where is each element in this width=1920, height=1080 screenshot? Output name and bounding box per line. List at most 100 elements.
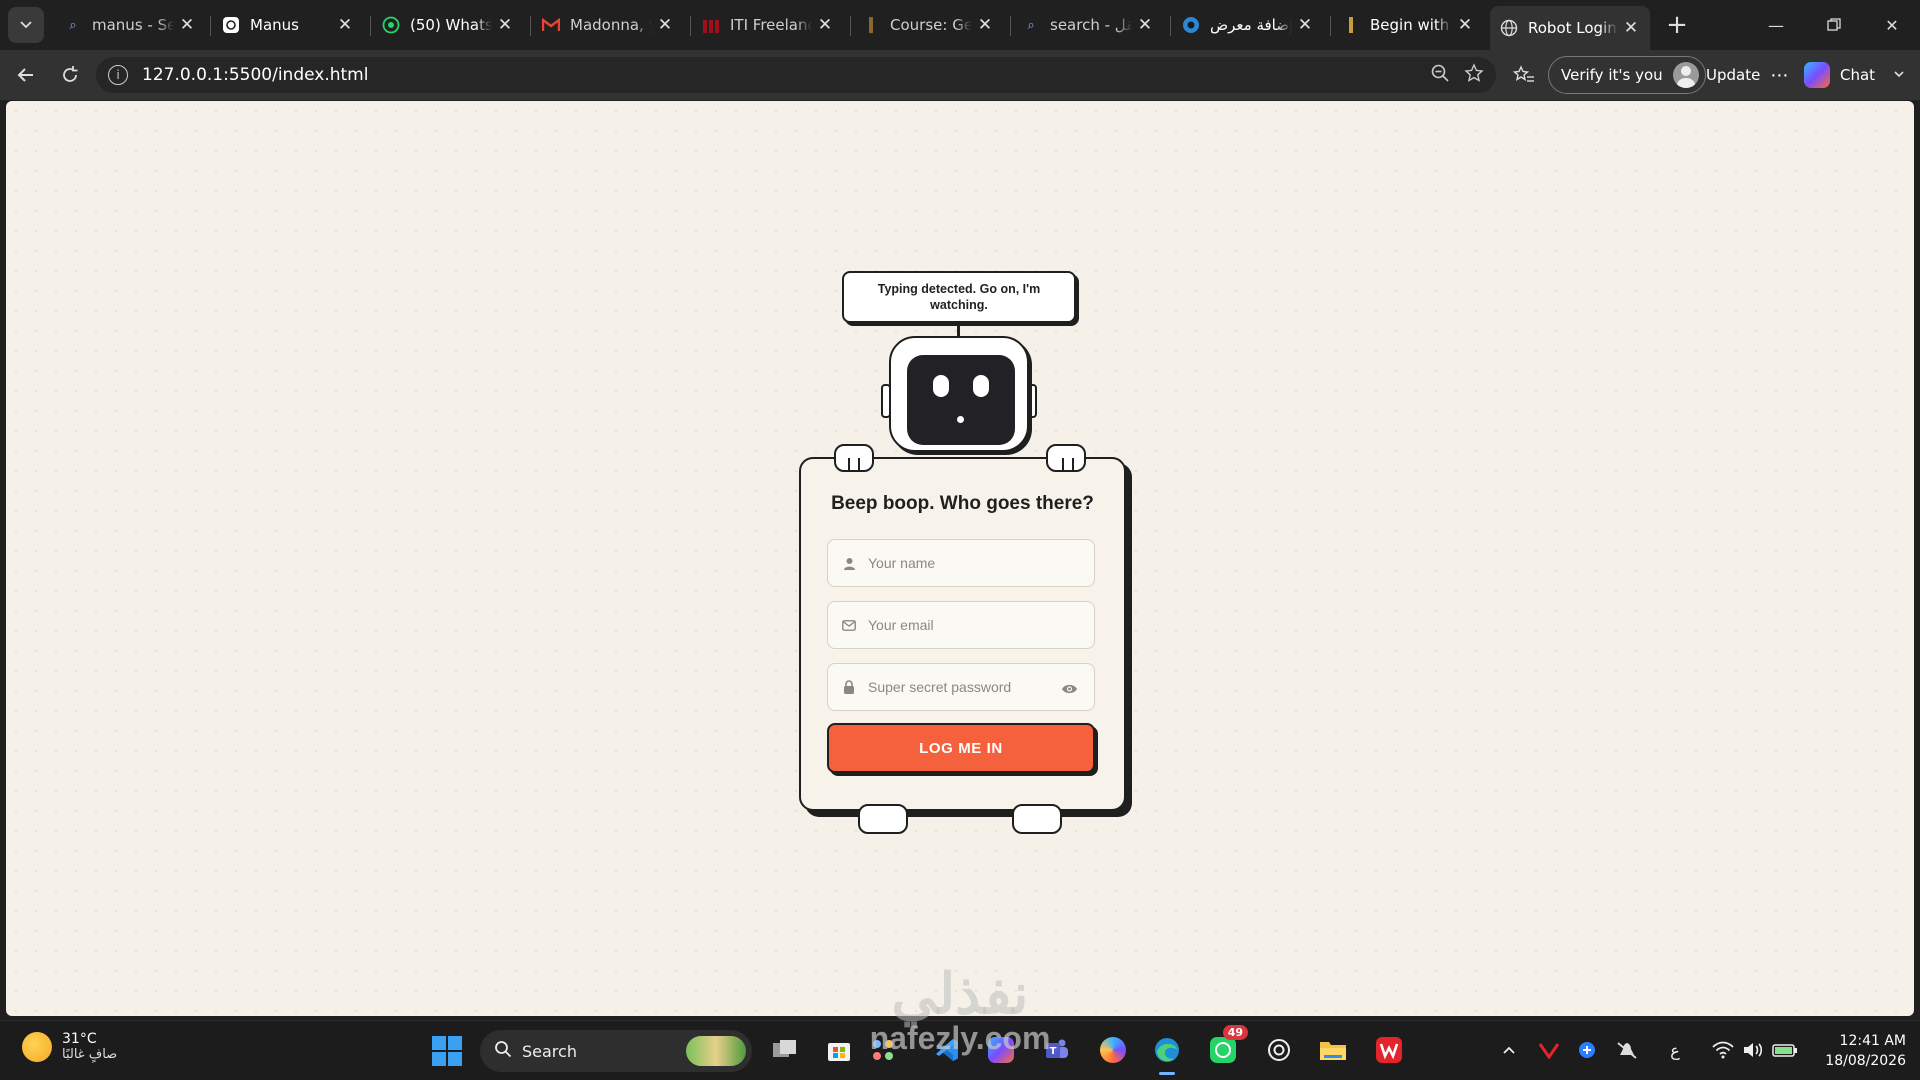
close-window-button[interactable]: ✕ [1864,0,1920,50]
close-icon[interactable]: ✕ [336,15,354,35]
tab-manus[interactable]: Manus ✕ [212,6,364,44]
close-icon[interactable]: ✕ [1622,18,1640,38]
restore-icon [1827,18,1841,31]
zoom-icon[interactable] [1430,63,1450,88]
search-label: Search [522,1041,577,1061]
password-field[interactable] [827,663,1095,711]
task-view-icon[interactable] [768,1033,802,1067]
start-button[interactable] [432,1036,462,1066]
robot-left-eye [933,375,949,397]
close-icon[interactable]: ✕ [816,15,834,35]
globe-icon [1500,19,1518,37]
page-title: Beep boop. Who goes there? [831,493,1094,514]
tab-search-button[interactable] [8,7,44,43]
update-button[interactable]: Update ⋯ [1706,56,1788,94]
file-explorer-icon[interactable] [1316,1033,1350,1067]
favorites-icon [1513,65,1534,82]
tab-title: Madonna, your [570,16,652,34]
close-icon[interactable]: ✕ [1296,15,1314,35]
notification-badge: 49 [1222,1025,1248,1040]
tab-title: search - مستقل [1050,16,1132,34]
gmail-icon [542,16,560,34]
chevron-down-icon [20,21,32,29]
name-input[interactable] [866,554,1050,572]
close-icon[interactable]: ✕ [976,15,994,35]
copilot-icon [1804,62,1830,88]
close-icon[interactable]: ✕ [1456,15,1474,35]
m365-icon[interactable] [1096,1033,1130,1067]
close-icon[interactable]: ✕ [656,15,674,35]
mostaql-icon [1182,16,1200,34]
tab-robot-login[interactable]: Robot Login Page ✕ [1490,6,1650,50]
tray-muted-icon[interactable] [1614,1035,1640,1065]
volume-icon[interactable] [1740,1035,1766,1065]
verify-profile-button[interactable]: Verify it's you [1548,56,1706,94]
wps-office-icon[interactable] [1372,1033,1406,1067]
tab-begin-with-sw[interactable]: Begin with SW ✕ [1332,6,1484,44]
temperature: 31°C [62,1031,97,1047]
edge-icon[interactable] [1150,1033,1184,1075]
whatsapp-taskbar-icon[interactable]: 49 [1206,1025,1248,1067]
site-info-icon[interactable]: i [108,65,128,85]
tab-course[interactable]: Course: Getting ✕ [852,6,1004,44]
chevron-down-icon[interactable] [1893,66,1905,84]
reload-button[interactable] [54,59,86,91]
minimize-button[interactable]: — [1748,0,1804,50]
name-field[interactable] [827,539,1095,587]
show-password-icon[interactable] [1061,680,1078,699]
update-label: Update [1706,66,1761,84]
page-viewport: Typing detected. Go on, I'm watching. Be… [6,101,1914,1016]
back-button[interactable] [10,59,42,91]
tab-mostaql-search[interactable]: ⌕ search - مستقل ✕ [1012,6,1164,44]
favorites-button[interactable] [1508,59,1540,91]
plus-icon: + [1666,10,1688,40]
watermark-arabic: نفذلي [891,962,1029,1025]
login-card: Beep boop. Who goes there? LOG ME IN [799,457,1126,811]
tab-whatsapp[interactable]: (50) WhatsApp ✕ [372,6,524,44]
chatgpt-icon[interactable] [1262,1033,1296,1067]
mail-icon [842,618,856,632]
tab-title: إضافة معرض [1210,16,1292,34]
chat-label: Chat [1840,66,1876,84]
copilot-chat-button[interactable]: Chat [1804,56,1905,94]
tab-iti-freelancing[interactable]: ITI Freelancing ✕ [692,6,844,44]
wifi-icon[interactable] [1710,1035,1736,1065]
tab-title: Course: Getting [890,16,972,34]
show-hidden-icons[interactable] [1496,1035,1522,1065]
new-tab-button[interactable]: + [1662,10,1692,40]
email-input[interactable] [866,616,1050,634]
close-icon[interactable]: ✕ [1136,15,1154,35]
password-input[interactable] [866,678,1050,696]
restore-button[interactable] [1806,0,1862,50]
input-language-indicator[interactable]: ع [1662,1035,1688,1065]
robot-face [907,355,1015,445]
reload-icon [63,66,78,82]
taskbar-search[interactable]: Search [480,1030,752,1072]
close-icon: ✕ [1885,15,1899,35]
course-icon [862,16,880,34]
favorite-star-icon[interactable] [1464,62,1484,88]
robot-mouth [957,416,964,423]
watermark: نفذلي nafezly.com [850,962,1070,1056]
address-bar[interactable]: i 127.0.0.1:5500/index.html [96,57,1496,93]
tab-add-portfolio[interactable]: إضافة معرض ✕ [1172,6,1324,44]
more-icon[interactable]: ⋯ [1770,65,1788,86]
search-icon [494,1040,512,1062]
tray-app-icon[interactable] [1536,1035,1562,1065]
weather-text: صافٍ غالبًا [62,1047,118,1062]
tab-gmail[interactable]: Madonna, your ✕ [532,6,684,44]
close-icon[interactable]: ✕ [178,15,196,35]
windows-icon [432,1036,446,1050]
weather-widget[interactable]: 31°C صافٍ غالبًا [22,1031,117,1062]
clock[interactable]: 12:41 AM 18/08/2026 [1810,1031,1906,1071]
email-field[interactable] [827,601,1095,649]
watermark-latin: nafezly.com [869,1020,1051,1056]
battery-icon[interactable] [1772,1035,1798,1065]
iti-icon [702,16,720,34]
close-icon[interactable]: ✕ [496,15,514,35]
search-icon: ⌕ [69,17,77,33]
tab-title: ITI Freelancing [730,16,812,34]
tray-sync-icon[interactable] [1574,1035,1600,1065]
tab-manus-search[interactable]: ⌕ manus - Search ✕ [54,6,206,44]
login-button[interactable]: LOG ME IN [827,723,1095,773]
